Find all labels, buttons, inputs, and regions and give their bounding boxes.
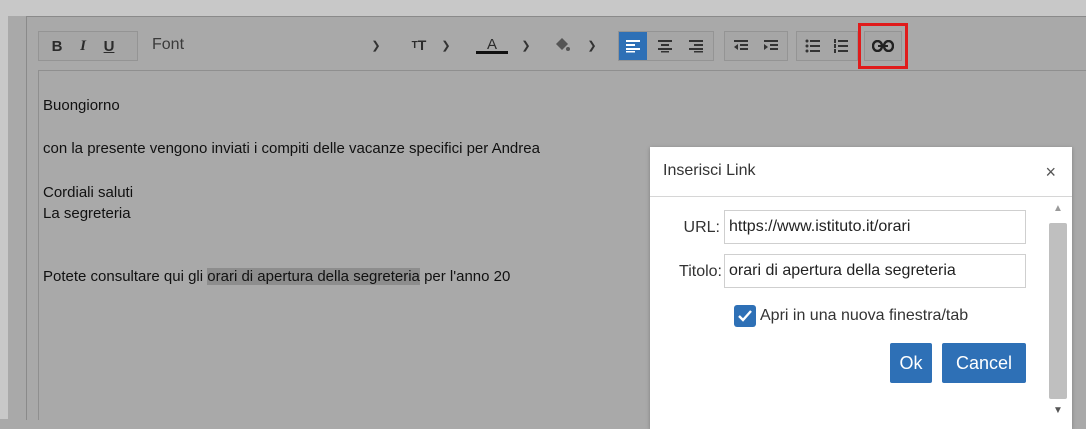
- outdent-icon: [734, 40, 748, 50]
- ok-button[interactable]: Ok: [890, 343, 932, 383]
- indent-group: [724, 31, 788, 61]
- text-line-signature: La segreteria: [43, 205, 131, 222]
- checkmark-icon: [738, 310, 752, 322]
- align-right-icon: [689, 40, 703, 53]
- selected-text: orari di apertura della segreteria: [207, 268, 420, 285]
- underline-button[interactable]: U: [97, 32, 121, 60]
- url-label: URL:: [683, 219, 720, 236]
- close-icon[interactable]: ×: [1045, 162, 1056, 183]
- new-window-label: Apri in una nuova finestra/tab: [760, 307, 969, 324]
- font-select[interactable]: Font ❯: [142, 31, 398, 61]
- dialog-scrollbar[interactable]: ▲ ▼: [1044, 197, 1072, 429]
- url-field[interactable]: https://www.istituto.it/orari: [724, 210, 1026, 244]
- text-suffix: per l'anno 20: [419, 268, 511, 285]
- text-line-closing: Cordiali saluti: [43, 184, 134, 201]
- page-background-left: [0, 0, 8, 419]
- align-center-button[interactable]: [651, 32, 679, 60]
- dialog-title: Inserisci Link: [663, 162, 756, 179]
- align-right-button[interactable]: [682, 32, 710, 60]
- new-window-checkbox[interactable]: [734, 305, 756, 327]
- font-size-select[interactable]: TT ❯: [398, 31, 468, 61]
- bold-button[interactable]: B: [45, 32, 69, 60]
- text-color-select[interactable]: A ❯: [470, 31, 540, 61]
- link-button-highlight: [858, 23, 908, 69]
- numbered-list-button[interactable]: [827, 32, 855, 60]
- scroll-up-icon[interactable]: ▲: [1053, 203, 1063, 214]
- numbered-list-icon: [834, 39, 848, 53]
- italic-button[interactable]: I: [71, 32, 95, 60]
- chevron-down-icon: ❯: [441, 39, 451, 52]
- editor-toolbar: B I U Font ❯ TT ❯ A ❯ ❯: [38, 24, 1086, 68]
- title-label: Titolo:: [679, 263, 722, 280]
- text-line-greeting: Buongiorno: [43, 97, 120, 114]
- text-line-link: Potete consultare qui gli orari di apert…: [43, 268, 510, 285]
- chevron-down-icon: ❯: [371, 39, 381, 52]
- title-field[interactable]: orari di apertura della segreteria: [724, 254, 1026, 288]
- text-color-icon: A: [476, 31, 508, 59]
- font-select-label: Font: [152, 36, 185, 53]
- align-left-button[interactable]: [619, 32, 647, 60]
- format-group: B I U: [38, 31, 138, 61]
- indent-icon: [764, 40, 778, 50]
- page-background-top: [0, 0, 1086, 16]
- align-center-icon: [658, 40, 672, 53]
- bullet-list-button[interactable]: [799, 32, 827, 60]
- scrollbar-thumb[interactable]: [1049, 223, 1067, 399]
- insert-link-dialog: Inserisci Link × URL: https://www.istitu…: [650, 147, 1072, 429]
- fill-color-icon: [550, 31, 574, 59]
- outdent-button[interactable]: [727, 32, 755, 60]
- indent-button[interactable]: [757, 32, 785, 60]
- align-group: [618, 31, 714, 61]
- scroll-down-icon[interactable]: ▼: [1053, 405, 1063, 416]
- dialog-divider: [650, 196, 1072, 197]
- list-group: [796, 31, 858, 61]
- fill-color-select[interactable]: ❯: [546, 31, 608, 61]
- text-prefix: Potete consultare qui gli: [43, 268, 208, 285]
- font-size-icon: TT: [411, 37, 427, 53]
- text-line-body: con la presente vengono inviati i compit…: [43, 140, 540, 157]
- cancel-button[interactable]: Cancel: [942, 343, 1026, 383]
- chevron-down-icon: ❯: [587, 39, 597, 52]
- chevron-down-icon: ❯: [521, 39, 531, 52]
- bullet-list-icon: [805, 39, 820, 53]
- align-left-icon: [626, 40, 640, 53]
